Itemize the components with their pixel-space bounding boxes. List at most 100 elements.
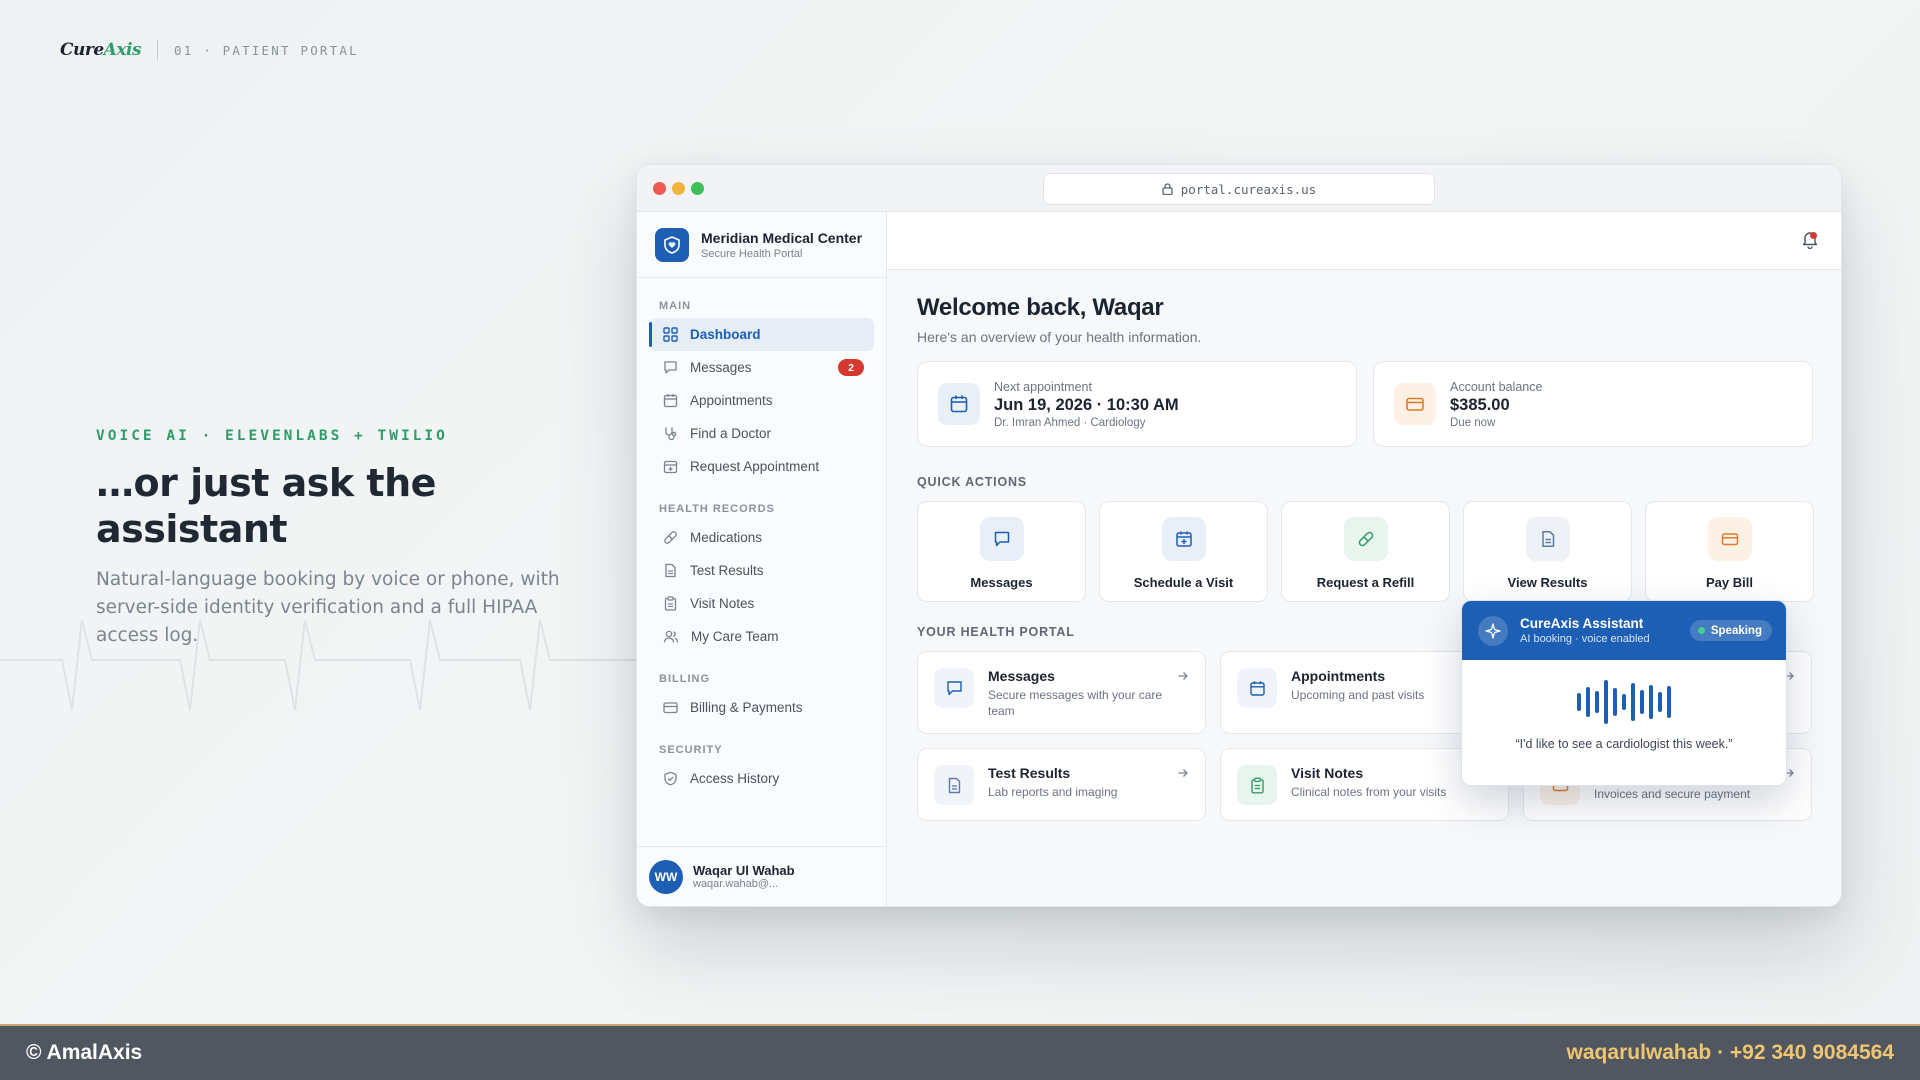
user-email: waqar.wahab@... <box>693 878 779 890</box>
pill-icon <box>1343 517 1388 561</box>
sidebar-item-messages[interactable]: Messages 2 <box>649 351 874 384</box>
next-appointment-card[interactable]: Next appointment Jun 19, 2026 · 10:30 AM… <box>917 361 1357 447</box>
sidebar-item-appointments[interactable]: Appointments <box>649 384 874 417</box>
waveform-bar <box>1649 685 1653 719</box>
stat-label: Next appointment <box>994 379 1092 394</box>
users-icon <box>663 630 679 643</box>
slide-tag: 01 · PATIENT PORTAL <box>174 42 359 58</box>
quick-action-results[interactable]: View Results <box>1463 501 1632 602</box>
chat-icon <box>934 668 974 708</box>
browser-titlebar: portal.cureaxis.us <box>637 165 1841 212</box>
credit-card-icon <box>663 702 678 714</box>
document-icon <box>665 563 676 578</box>
brand-row: CureAxis 01 · PATIENT PORTAL <box>60 40 359 60</box>
transcript-quote: “I'd like to see a cardiologist this wee… <box>1515 737 1733 751</box>
calendar-plus-icon <box>1161 517 1206 561</box>
hero: VOICE AI · ELEVENLABS + TWILIO …or just … <box>96 428 576 650</box>
sidebar-item-test-results[interactable]: Test Results <box>649 554 874 587</box>
portal-card-subtitle: Secure messages with your care team <box>988 688 1163 718</box>
unread-badge: 2 <box>838 359 864 376</box>
sidebar-item-access-history[interactable]: Access History <box>649 762 874 795</box>
stethoscope-icon <box>665 427 677 441</box>
hero-description: Natural-language booking by voice or pho… <box>96 569 560 646</box>
clipboard-icon <box>1237 765 1277 805</box>
assistant-header: CureAxis Assistant AI booking · voice en… <box>1462 601 1786 660</box>
assistant-title: CureAxis Assistant <box>1520 616 1644 631</box>
sidebar-item-label: Medications <box>690 530 763 545</box>
waveform-bar <box>1577 693 1581 711</box>
sidebar-item-medications[interactable]: Medications <box>649 521 874 554</box>
calendar-icon <box>938 383 980 425</box>
voice-assistant-popup[interactable]: CureAxis Assistant AI booking · voice en… <box>1461 600 1787 786</box>
quick-action-label: Pay Bill <box>1706 575 1753 590</box>
heart-shield-icon <box>655 227 689 262</box>
balance-amount: $385.00 <box>1450 395 1510 414</box>
sidebar-item-find-doctor[interactable]: Find a Doctor <box>649 417 874 450</box>
waveform-bar <box>1595 691 1599 713</box>
minimize-window-button[interactable] <box>672 182 685 195</box>
quick-action-label: Messages <box>970 575 1033 590</box>
appointment-doctor: Dr. Imran Ahmed · Cardiology <box>994 416 1146 429</box>
sidebar-item-label: Appointments <box>690 393 773 408</box>
avatar: WW <box>649 859 683 894</box>
status-label: Speaking <box>1710 624 1762 637</box>
quick-action-label: Request a Refill <box>1316 575 1415 590</box>
calendar-icon <box>663 394 678 408</box>
waveform-bar <box>1640 690 1644 714</box>
calendar-plus-icon <box>663 460 678 474</box>
contact-info: waqarulwahab · +92 340 9084564 <box>1566 1041 1894 1064</box>
sparkle-icon <box>1478 615 1508 646</box>
brand-divider <box>157 40 159 60</box>
close-window-button[interactable] <box>653 182 666 195</box>
quick-action-messages[interactable]: Messages <box>917 501 1086 602</box>
waveform-bar <box>1658 692 1662 712</box>
page-title: Welcome back, Waqar <box>917 294 1164 321</box>
portal-card-subtitle: Lab reports and imaging <box>988 785 1118 799</box>
org-name: Meridian Medical Center <box>701 229 863 246</box>
sidebar-item-request-appointment[interactable]: Request Appointment <box>649 450 874 483</box>
top-bar <box>887 212 1841 270</box>
notification-dot <box>1810 232 1817 239</box>
portal-card-subtitle: Clinical notes from your visits <box>1291 785 1447 799</box>
waveform-bar <box>1613 688 1617 716</box>
sidebar-item-label: Dashboard <box>690 327 761 342</box>
address-bar[interactable]: portal.cureaxis.us <box>1043 173 1435 205</box>
chat-icon <box>979 517 1024 561</box>
appointment-datetime: Jun 19, 2026 · 10:30 AM <box>994 395 1179 414</box>
sidebar-item-label: Test Results <box>690 563 764 578</box>
sidebar-item-visit-notes[interactable]: Visit Notes <box>649 587 874 620</box>
waveform-bar <box>1631 683 1635 721</box>
sidebar-item-dashboard[interactable]: Dashboard <box>649 318 874 351</box>
user-name: Waqar Ul Wahab <box>693 863 795 878</box>
cureaxis-logo: CureAxis <box>60 40 142 60</box>
portal-card-test-results[interactable]: Test Results Lab reports and imaging <box>917 748 1206 821</box>
lock-icon <box>1162 183 1173 195</box>
sidebar-item-care-team[interactable]: My Care Team <box>649 620 874 653</box>
health-portal-heading: YOUR HEALTH PORTAL <box>917 625 1075 639</box>
audio-waveform <box>1462 679 1786 725</box>
nav-section-billing: BILLING <box>659 673 710 685</box>
page-subtitle: Here's an overview of your health inform… <box>917 329 1202 345</box>
clipboard-icon <box>664 596 677 611</box>
quick-action-label: View Results <box>1507 575 1588 590</box>
waveform-bar <box>1667 686 1671 718</box>
nav-section-main: MAIN <box>659 300 692 312</box>
stat-label: Account balance <box>1450 379 1543 394</box>
sidebar-item-label: Request Appointment <box>690 459 820 474</box>
portal-card-subtitle: Invoices and secure payment <box>1594 787 1751 801</box>
sidebar-item-label: Visit Notes <box>690 596 755 611</box>
sidebar-item-billing-payments[interactable]: Billing & Payments <box>649 691 874 724</box>
nav-section-security: SECURITY <box>659 744 723 756</box>
account-balance-card[interactable]: Account balance $385.00 Due now <box>1373 361 1813 447</box>
quick-action-refill[interactable]: Request a Refill <box>1281 501 1450 602</box>
user-profile[interactable]: WW Waqar Ul Wahab waqar.wahab@... <box>637 846 886 906</box>
quick-action-schedule[interactable]: Schedule a Visit <box>1099 501 1268 602</box>
arrow-right-icon <box>1178 672 1188 680</box>
portal-card-messages[interactable]: Messages Secure messages with your care … <box>917 651 1206 734</box>
quick-actions-heading: QUICK ACTIONS <box>917 475 1027 489</box>
credit-card-icon <box>1394 383 1436 425</box>
org-header: Meridian Medical Center Secure Health Po… <box>637 212 886 278</box>
maximize-window-button[interactable] <box>691 182 704 195</box>
quick-action-pay[interactable]: Pay Bill <box>1645 501 1814 602</box>
arrow-right-icon <box>1178 769 1188 777</box>
